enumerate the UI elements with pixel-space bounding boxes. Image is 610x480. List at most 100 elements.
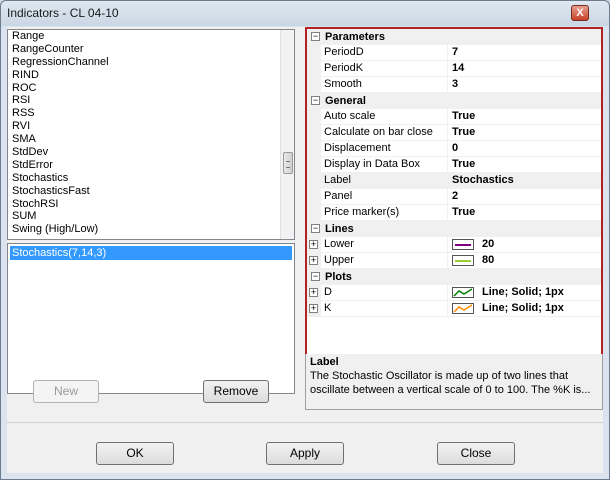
property-name: Auto scale (321, 109, 448, 124)
indicator-list-item[interactable]: RSS (8, 107, 294, 120)
window-title: Indicators - CL 04-10 (7, 6, 119, 20)
category-label: Lines (325, 223, 354, 235)
indicators-window: Indicators - CL 04-10 X Range RangeCounte… (0, 0, 610, 480)
plot-line-icon (452, 303, 474, 314)
property-value: Line; Solid; 1px (482, 302, 564, 314)
indicator-list-item[interactable]: Range (8, 30, 294, 43)
property-name: Calculate on bar close (321, 125, 448, 140)
indicator-list[interactable]: Range RangeCounter RegressionChannel RIND RO… (7, 29, 295, 240)
property-name: Lower (321, 237, 448, 252)
category-lines: − Lines (307, 221, 601, 237)
property-value[interactable]: 3 (448, 77, 601, 92)
indicator-list-item[interactable]: Swing (High/Low) (8, 223, 294, 236)
property-value[interactable]: Stochastics (448, 173, 601, 188)
indicator-list-item[interactable]: StochRSI (8, 198, 294, 211)
description-title: Label (310, 356, 339, 368)
collapse-icon[interactable]: − (311, 272, 320, 281)
scrollbar-thumb[interactable] (283, 152, 293, 174)
properties-grid: − Parameters PeriodD 7 PeriodK 14 Smooth… (305, 27, 603, 357)
property-value[interactable]: True (448, 125, 601, 140)
expand-icon[interactable]: + (309, 304, 318, 313)
property-value[interactable]: 7 (448, 45, 601, 60)
property-row-display-in-data-box[interactable]: Display in Data Box True (307, 157, 601, 173)
property-row-label[interactable]: Label Stochastics (307, 173, 601, 189)
property-row-price-markers[interactable]: Price marker(s) True (307, 205, 601, 221)
property-name: Upper (321, 253, 448, 268)
property-value[interactable]: 0 (448, 141, 601, 156)
indicator-list-item[interactable]: RSI (8, 94, 294, 107)
property-value[interactable]: 14 (448, 61, 601, 76)
expand-icon[interactable]: + (309, 288, 318, 297)
property-value[interactable]: True (448, 109, 601, 124)
property-row-lower[interactable]: + Lower 20 (307, 237, 601, 253)
expand-icon[interactable]: + (309, 240, 318, 249)
property-name: Label (321, 173, 448, 188)
property-value-cell[interactable]: Line; Solid; 1px (448, 301, 601, 316)
close-button[interactable]: Close (437, 442, 515, 465)
property-name: Displacement (321, 141, 448, 156)
property-row-periodd[interactable]: PeriodD 7 (307, 45, 601, 61)
property-name: Price marker(s) (321, 205, 448, 220)
indicator-list-item[interactable]: RegressionChannel (8, 56, 294, 69)
category-label: General (325, 95, 366, 107)
applied-indicator-item[interactable]: Stochastics(7,14,3) (10, 246, 292, 260)
property-row-smooth[interactable]: Smooth 3 (307, 77, 601, 93)
property-row-displacement[interactable]: Displacement 0 (307, 141, 601, 157)
line-color-swatch (452, 239, 474, 250)
indicator-list-item[interactable]: StdError (8, 159, 294, 172)
category-plots: − Plots (307, 269, 601, 285)
indicator-list-scrollbar[interactable] (280, 30, 294, 239)
property-name: D (321, 285, 448, 300)
property-name: PeriodK (321, 61, 448, 76)
property-row-upper[interactable]: + Upper 80 (307, 253, 601, 269)
indicator-list-item[interactable]: StdDev (8, 146, 294, 159)
indicator-list-item[interactable]: RIND (8, 69, 294, 82)
category-label: Plots (325, 271, 352, 283)
plot-line-icon (452, 287, 474, 298)
property-name: PeriodD (321, 45, 448, 60)
property-row-calculate-on-bar-close[interactable]: Calculate on bar close True (307, 125, 601, 141)
property-name: Smooth (321, 77, 448, 92)
property-row-panel[interactable]: Panel 2 (307, 189, 601, 205)
property-value-cell[interactable]: Line; Solid; 1px (448, 285, 601, 300)
title-bar[interactable]: Indicators - CL 04-10 X (1, 1, 609, 26)
expand-icon[interactable]: + (309, 256, 318, 265)
apply-button[interactable]: Apply (266, 442, 344, 465)
collapse-icon[interactable]: − (311, 32, 320, 41)
indicator-list-item[interactable]: ROC (8, 82, 294, 95)
property-value[interactable]: True (448, 157, 601, 172)
collapse-icon[interactable]: − (311, 96, 320, 105)
collapse-icon[interactable]: − (311, 224, 320, 233)
indicator-list-item[interactable]: SMA (8, 133, 294, 146)
indicator-list-item[interactable]: StochasticsFast (8, 185, 294, 198)
property-value-cell[interactable]: 80 (448, 253, 601, 268)
indicator-list-item[interactable]: SUM (8, 210, 294, 223)
property-name: Display in Data Box (321, 157, 448, 172)
indicator-list-item[interactable]: RVI (8, 120, 294, 133)
property-row-d[interactable]: + D Line; Solid; 1px (307, 285, 601, 301)
property-name: Panel (321, 189, 448, 204)
property-row-k[interactable]: + K Line; Solid; 1px (307, 301, 601, 317)
property-value[interactable]: 2 (448, 189, 601, 204)
line-color-swatch (452, 255, 474, 266)
dialog-body: Range RangeCounter RegressionChannel RIND RO… (7, 27, 603, 473)
property-row-auto-scale[interactable]: Auto scale True (307, 109, 601, 125)
indicator-list-item[interactable]: RangeCounter (8, 43, 294, 56)
category-label: Parameters (325, 31, 385, 43)
property-value: 20 (482, 238, 495, 250)
property-description-panel: Label The Stochastic Oscillator is made … (305, 354, 603, 410)
property-value-cell[interactable]: 20 (448, 237, 601, 252)
indicator-list-item[interactable]: Stochastics (8, 172, 294, 185)
property-row-periodk[interactable]: PeriodK 14 (307, 61, 601, 77)
property-name: K (321, 301, 448, 316)
ok-button[interactable]: OK (96, 442, 174, 465)
property-value: 80 (482, 254, 495, 266)
property-value: Line; Solid; 1px (482, 286, 564, 298)
category-parameters: − Parameters (307, 29, 601, 45)
property-value[interactable]: True (448, 205, 601, 220)
new-button[interactable]: New (33, 380, 99, 403)
remove-button[interactable]: Remove (203, 380, 269, 403)
applied-indicators-list[interactable]: Stochastics(7,14,3) (7, 243, 295, 394)
window-close-button[interactable]: X (571, 5, 589, 21)
separator (7, 422, 603, 423)
